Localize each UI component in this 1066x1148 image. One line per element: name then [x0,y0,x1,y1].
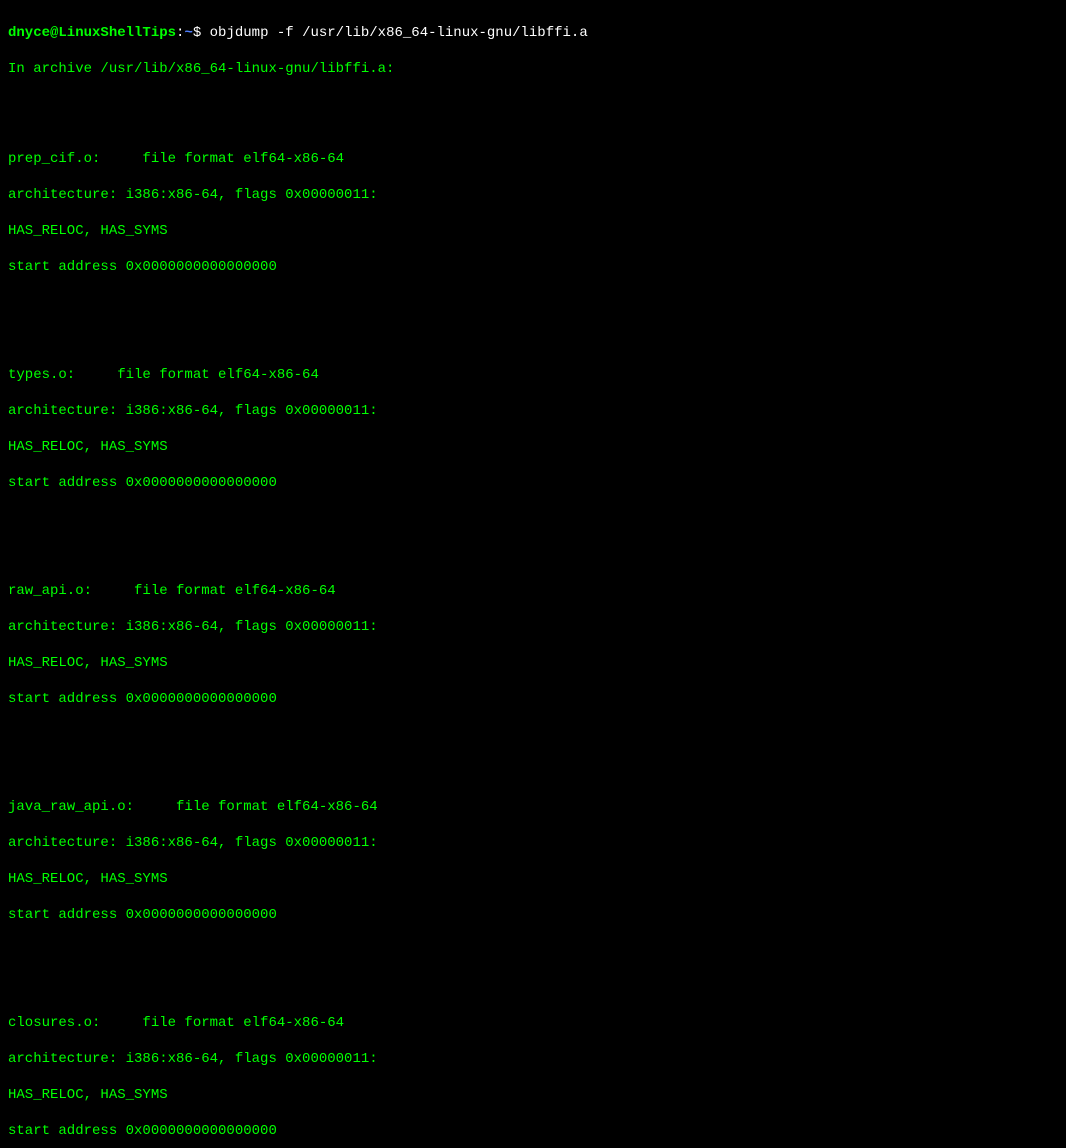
command-text: objdump -f /usr/lib/x86_64-linux-gnu/lib… [210,25,588,41]
object-arch: architecture: i386:x86-64, flags 0x00000… [8,834,1058,852]
object-start: start address 0x0000000000000000 [8,690,1058,708]
object-arch: architecture: i386:x86-64, flags 0x00000… [8,1050,1058,1068]
prompt-path: ~ [184,25,192,41]
object-header: closures.o: file format elf64-x86-64 [8,1014,1058,1032]
prompt-line: dnyce@LinuxShellTips:~$ objdump -f /usr/… [8,24,1058,42]
object-header: raw_api.o: file format elf64-x86-64 [8,582,1058,600]
object-arch: architecture: i386:x86-64, flags 0x00000… [8,402,1058,420]
prompt-dollar: $ [193,25,210,41]
object-block: closures.o: file format elf64-x86-64 arc… [8,996,1058,1148]
prompt-user-host: dnyce@LinuxShellTips [8,25,176,41]
object-block: java_raw_api.o: file format elf64-x86-64… [8,780,1058,942]
object-block: types.o: file format elf64-x86-64 archit… [8,348,1058,510]
object-header: java_raw_api.o: file format elf64-x86-64 [8,798,1058,816]
object-header: prep_cif.o: file format elf64-x86-64 [8,150,1058,168]
object-flags: HAS_RELOC, HAS_SYMS [8,1086,1058,1104]
object-start: start address 0x0000000000000000 [8,474,1058,492]
terminal-output[interactable]: dnyce@LinuxShellTips:~$ objdump -f /usr/… [8,6,1058,1148]
object-arch: architecture: i386:x86-64, flags 0x00000… [8,618,1058,636]
object-flags: HAS_RELOC, HAS_SYMS [8,222,1058,240]
object-flags: HAS_RELOC, HAS_SYMS [8,438,1058,456]
object-start: start address 0x0000000000000000 [8,1122,1058,1140]
archive-header: In archive /usr/lib/x86_64-linux-gnu/lib… [8,60,1058,78]
object-flags: HAS_RELOC, HAS_SYMS [8,654,1058,672]
object-block: prep_cif.o: file format elf64-x86-64 arc… [8,132,1058,294]
object-start: start address 0x0000000000000000 [8,906,1058,924]
object-block: raw_api.o: file format elf64-x86-64 arch… [8,564,1058,726]
object-flags: HAS_RELOC, HAS_SYMS [8,870,1058,888]
object-header: types.o: file format elf64-x86-64 [8,366,1058,384]
object-start: start address 0x0000000000000000 [8,258,1058,276]
object-arch: architecture: i386:x86-64, flags 0x00000… [8,186,1058,204]
